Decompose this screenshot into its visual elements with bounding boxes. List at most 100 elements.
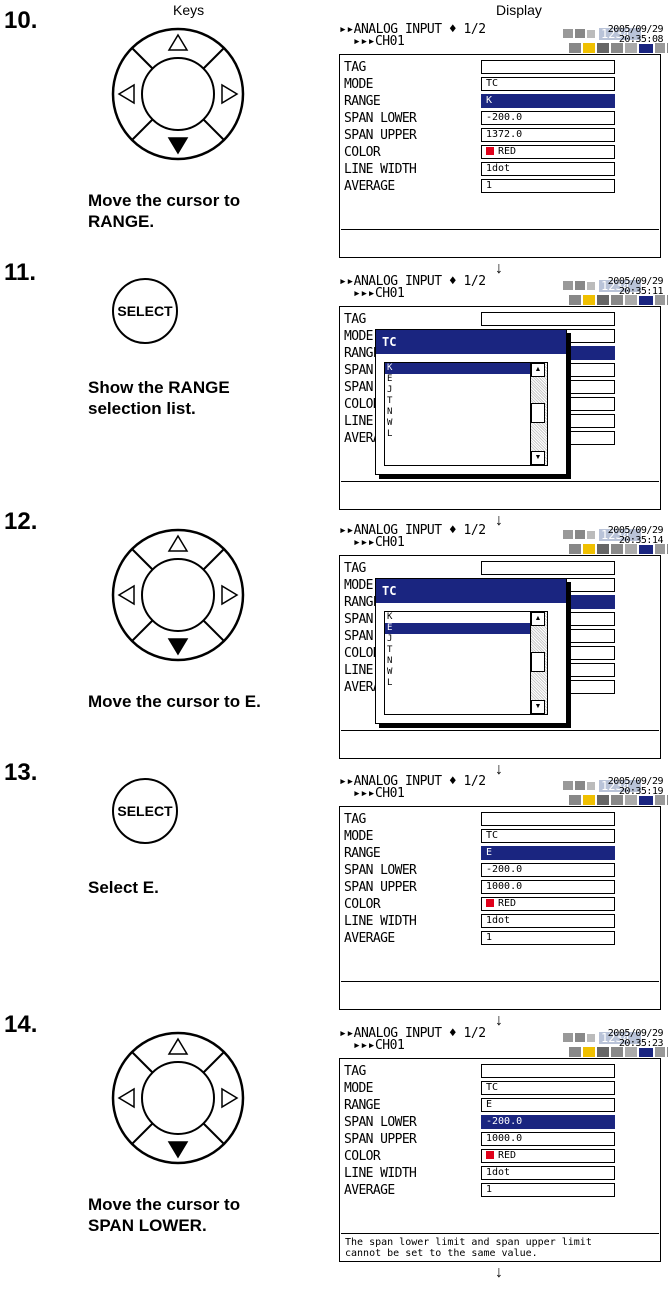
setting-value[interactable]: RED (481, 897, 615, 911)
scrollbar[interactable]: ▲ ▼ (530, 362, 548, 466)
range-option[interactable]: W (385, 667, 547, 678)
range-selection-popup[interactable]: TC K E J T N W L ▲ ▼ (375, 329, 567, 475)
range-option[interactable]: L (385, 429, 547, 440)
setting-row-color[interactable]: COLOR RED (340, 896, 660, 913)
keys-column-header: Keys (173, 2, 205, 18)
setting-row-range[interactable]: RANGE K (340, 93, 660, 110)
scroll-thumb[interactable] (531, 403, 545, 423)
setting-row-average[interactable]: AVERAGE 1 (340, 930, 660, 947)
arrow-keypad[interactable] (108, 1028, 248, 1168)
range-list[interactable]: K E J T N W L ▲ ▼ (384, 362, 548, 466)
range-option[interactable]: J (385, 634, 547, 645)
arrow-keypad[interactable] (108, 24, 248, 164)
range-selection-popup[interactable]: TC K E J T N W L ▲ ▼ (375, 578, 567, 724)
setting-value[interactable]: E (481, 846, 615, 860)
setting-row-mode[interactable]: MODE TC (340, 76, 660, 93)
setting-value[interactable]: -200.0 (481, 1115, 615, 1129)
setting-value[interactable]: 1dot (481, 914, 615, 928)
setting-row-span-lower[interactable]: SPAN LOWER -200.0 (340, 1114, 660, 1131)
setting-value[interactable]: RED (481, 1149, 615, 1163)
setting-value[interactable] (481, 1064, 615, 1078)
setting-value[interactable] (481, 812, 615, 826)
setting-label: TAG (344, 812, 366, 827)
screen-time: 20:35:23 (618, 1038, 664, 1049)
range-option[interactable]: J (385, 385, 547, 396)
setting-label: SPAN UPPER (344, 1132, 417, 1147)
select-key-button[interactable]: SELECT (112, 778, 178, 844)
arrow-keypad-icon[interactable] (108, 24, 248, 164)
setting-value[interactable]: 1 (481, 179, 615, 193)
setting-value[interactable]: TC (481, 829, 615, 843)
setting-value[interactable]: RED (481, 145, 615, 159)
setting-row-line-width[interactable]: LINE WIDTH 1dot (340, 913, 660, 930)
setting-value[interactable]: 1372.0 (481, 128, 615, 142)
range-option[interactable]: N (385, 656, 547, 667)
setting-label: MODE (344, 829, 374, 844)
setting-value[interactable]: 1000.0 (481, 880, 615, 894)
setting-value[interactable] (481, 561, 615, 575)
setting-row-tag[interactable]: TAG (340, 811, 660, 828)
setting-value[interactable] (481, 312, 615, 326)
setting-value[interactable]: 1dot (481, 162, 615, 176)
select-key-button[interactable]: SELECT (112, 278, 178, 344)
setting-value[interactable]: 1000.0 (481, 1132, 615, 1146)
scroll-thumb[interactable] (531, 652, 545, 672)
setting-row-color[interactable]: COLOR RED (340, 144, 660, 161)
scroll-down-button[interactable]: ▼ (531, 451, 545, 465)
setting-value[interactable]: 1dot (481, 1166, 615, 1180)
message-line: The span lower limit and span upper limi… (345, 1237, 592, 1248)
setting-row-tag[interactable]: TAG (340, 59, 660, 76)
setting-value[interactable]: 1 (481, 931, 615, 945)
setting-row-average[interactable]: AVERAGE 1 (340, 178, 660, 195)
arrow-keypad[interactable] (108, 525, 248, 665)
setting-value[interactable]: K (481, 94, 615, 108)
popup-title: TC (376, 579, 566, 603)
setting-row-range[interactable]: RANGE E (340, 1097, 660, 1114)
settings-panel: TAG MODE TC RANGE E SPAN LOWER -200.0 SPAN UPPE… (339, 1058, 661, 1262)
setting-row-span-lower[interactable]: SPAN LOWER -200.0 (340, 862, 660, 879)
flow-down-arrow: ↓ (495, 1264, 503, 1281)
setting-value[interactable]: TC (481, 1081, 615, 1095)
setting-row-span-upper[interactable]: SPAN UPPER 1000.0 (340, 879, 660, 896)
range-option[interactable]: K (385, 363, 547, 374)
setting-row-mode[interactable]: MODE TC (340, 1080, 660, 1097)
setting-row-mode[interactable]: MODE TC (340, 828, 660, 845)
range-option[interactable]: K (385, 612, 547, 623)
setting-row-tag[interactable]: TAG (340, 1063, 660, 1080)
setting-value-text: RED (498, 146, 517, 157)
range-option[interactable]: N (385, 407, 547, 418)
setting-value[interactable]: E (481, 1098, 615, 1112)
popup-title: TC (376, 330, 566, 354)
display-screen: ▸▸ANALOG INPUT ♦ 1/2 ▸▸▸CH01 1234 2005/09/2… (339, 775, 668, 1011)
setting-row-span-lower[interactable]: SPAN LOWER -200.0 (340, 110, 660, 127)
scrollbar[interactable]: ▲ ▼ (530, 611, 548, 715)
setting-row-span-upper[interactable]: SPAN UPPER 1372.0 (340, 127, 660, 144)
range-option[interactable]: T (385, 645, 547, 656)
channel-label: ▸▸▸CH01 (353, 34, 405, 49)
setting-value[interactable]: -200.0 (481, 863, 615, 877)
setting-row-span-upper[interactable]: SPAN UPPER 1000.0 (340, 1131, 660, 1148)
setting-row-color[interactable]: COLOR RED (340, 1148, 660, 1165)
setting-row-line-width[interactable]: LINE WIDTH 1dot (340, 1165, 660, 1182)
range-option[interactable]: T (385, 396, 547, 407)
setting-row-tag[interactable]: TAG (340, 560, 660, 577)
setting-value[interactable]: TC (481, 77, 615, 91)
arrow-keypad-icon[interactable] (108, 1028, 248, 1168)
range-list[interactable]: K E J T N W L ▲ ▼ (384, 611, 548, 715)
range-option[interactable]: E (385, 623, 547, 634)
setting-value[interactable]: -200.0 (481, 111, 615, 125)
setting-label: SPAN UPPER (344, 880, 417, 895)
setting-row-line-width[interactable]: LINE WIDTH 1dot (340, 161, 660, 178)
range-option[interactable]: E (385, 374, 547, 385)
range-option[interactable]: W (385, 418, 547, 429)
setting-value[interactable] (481, 60, 615, 74)
setting-row-tag[interactable]: TAG (340, 311, 660, 328)
setting-value[interactable]: 1 (481, 1183, 615, 1197)
scroll-up-button[interactable]: ▲ (531, 363, 545, 377)
scroll-up-button[interactable]: ▲ (531, 612, 545, 626)
setting-row-average[interactable]: AVERAGE 1 (340, 1182, 660, 1199)
arrow-keypad-icon[interactable] (108, 525, 248, 665)
scroll-down-button[interactable]: ▼ (531, 700, 545, 714)
range-option[interactable]: L (385, 678, 547, 689)
setting-row-range[interactable]: RANGE E (340, 845, 660, 862)
